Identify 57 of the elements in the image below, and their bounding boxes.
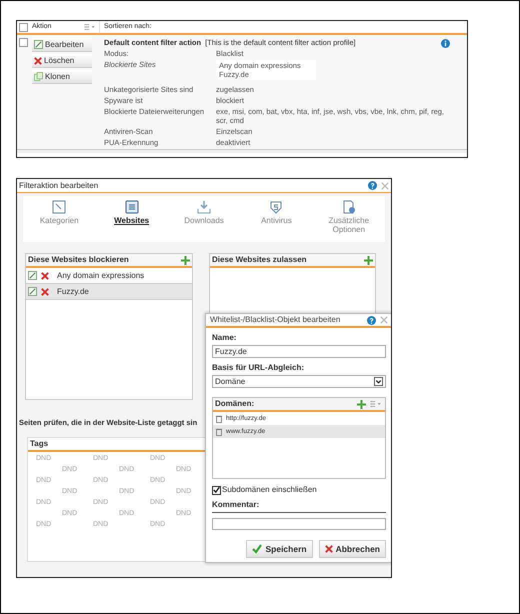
field-label: Basis für URL-Abgleich:: [212, 362, 306, 374]
info-icon[interactable]: [441, 39, 450, 48]
action-button[interactable]: Bearbeiten: [32, 38, 92, 52]
close-icon[interactable]: [380, 316, 388, 324]
edit-icon: [28, 287, 37, 296]
help-icon[interactable]: [368, 181, 377, 190]
edit-icon: [34, 40, 43, 49]
row-checkbox[interactable]: [19, 38, 28, 47]
tab[interactable]: Kategorien: [23, 196, 96, 242]
trash-icon[interactable]: [215, 428, 223, 436]
copy-icon: [34, 72, 43, 81]
delete-icon: [34, 56, 42, 64]
panel-title: Diese Websites blockieren: [28, 254, 129, 266]
comment-field[interactable]: [212, 518, 386, 530]
add-icon[interactable]: [364, 256, 373, 264]
name-field[interactable]: Fuzzy.de: [212, 345, 386, 358]
action-button[interactable]: Löschen: [32, 54, 92, 68]
tab[interactable]: Zusätzliche Optionen: [312, 196, 386, 242]
cancel-button[interactable]: Abbrechen: [318, 540, 386, 558]
checkmark-icon: [252, 544, 262, 554]
delete-icon: [41, 288, 49, 296]
list-menu-icon[interactable]: [83, 23, 97, 31]
delete-icon: [324, 545, 333, 553]
checkbox-label: Subdomänen einschließen: [222, 484, 317, 496]
trash-icon[interactable]: [215, 414, 223, 422]
action-button[interactable]: Klonen: [32, 70, 92, 84]
add-icon[interactable]: [357, 400, 366, 408]
document-settings-icon: [342, 200, 356, 214]
list-item[interactable]: Any domain expressions: [26, 268, 192, 284]
delete-icon: [41, 272, 49, 280]
document-icon: [124, 200, 139, 214]
close-icon[interactable]: [381, 182, 389, 190]
document-icon: [52, 200, 66, 214]
save-button[interactable]: Speichern: [246, 540, 313, 558]
chevron-down-icon: [374, 377, 383, 386]
item-label: Any domain expressions: [57, 270, 144, 282]
edit-icon: [28, 271, 37, 280]
panel-title: Domänen:: [215, 398, 254, 410]
shield-icon: [269, 200, 284, 214]
field-label: Name:: [212, 332, 238, 344]
panel-title: Diese Websites zulassen: [212, 254, 307, 266]
list-item[interactable]: Fuzzy.de: [26, 284, 192, 300]
help-icon[interactable]: [367, 316, 376, 324]
basis-dropdown[interactable]: Domäne: [212, 375, 386, 388]
subdomains-checkbox[interactable]: [212, 486, 221, 494]
list-menu-icon[interactable]: [369, 400, 383, 408]
download-icon: [197, 200, 212, 214]
dialog-title: Whitelist-/Blacklist-Objekt bearbeiten: [210, 314, 340, 326]
tab[interactable]: Antivirus: [240, 196, 313, 242]
window-title: Filteraktion bearbeiten: [19, 180, 98, 192]
add-icon[interactable]: [181, 256, 190, 264]
select-all-checkbox[interactable]: [19, 22, 28, 32]
panel-title: Tags: [30, 438, 48, 450]
field-label: Kommentar:: [212, 499, 386, 513]
tab[interactable]: Websites: [95, 196, 168, 242]
item-label: Fuzzy.de: [57, 286, 89, 298]
tab[interactable]: Downloads: [168, 196, 240, 242]
